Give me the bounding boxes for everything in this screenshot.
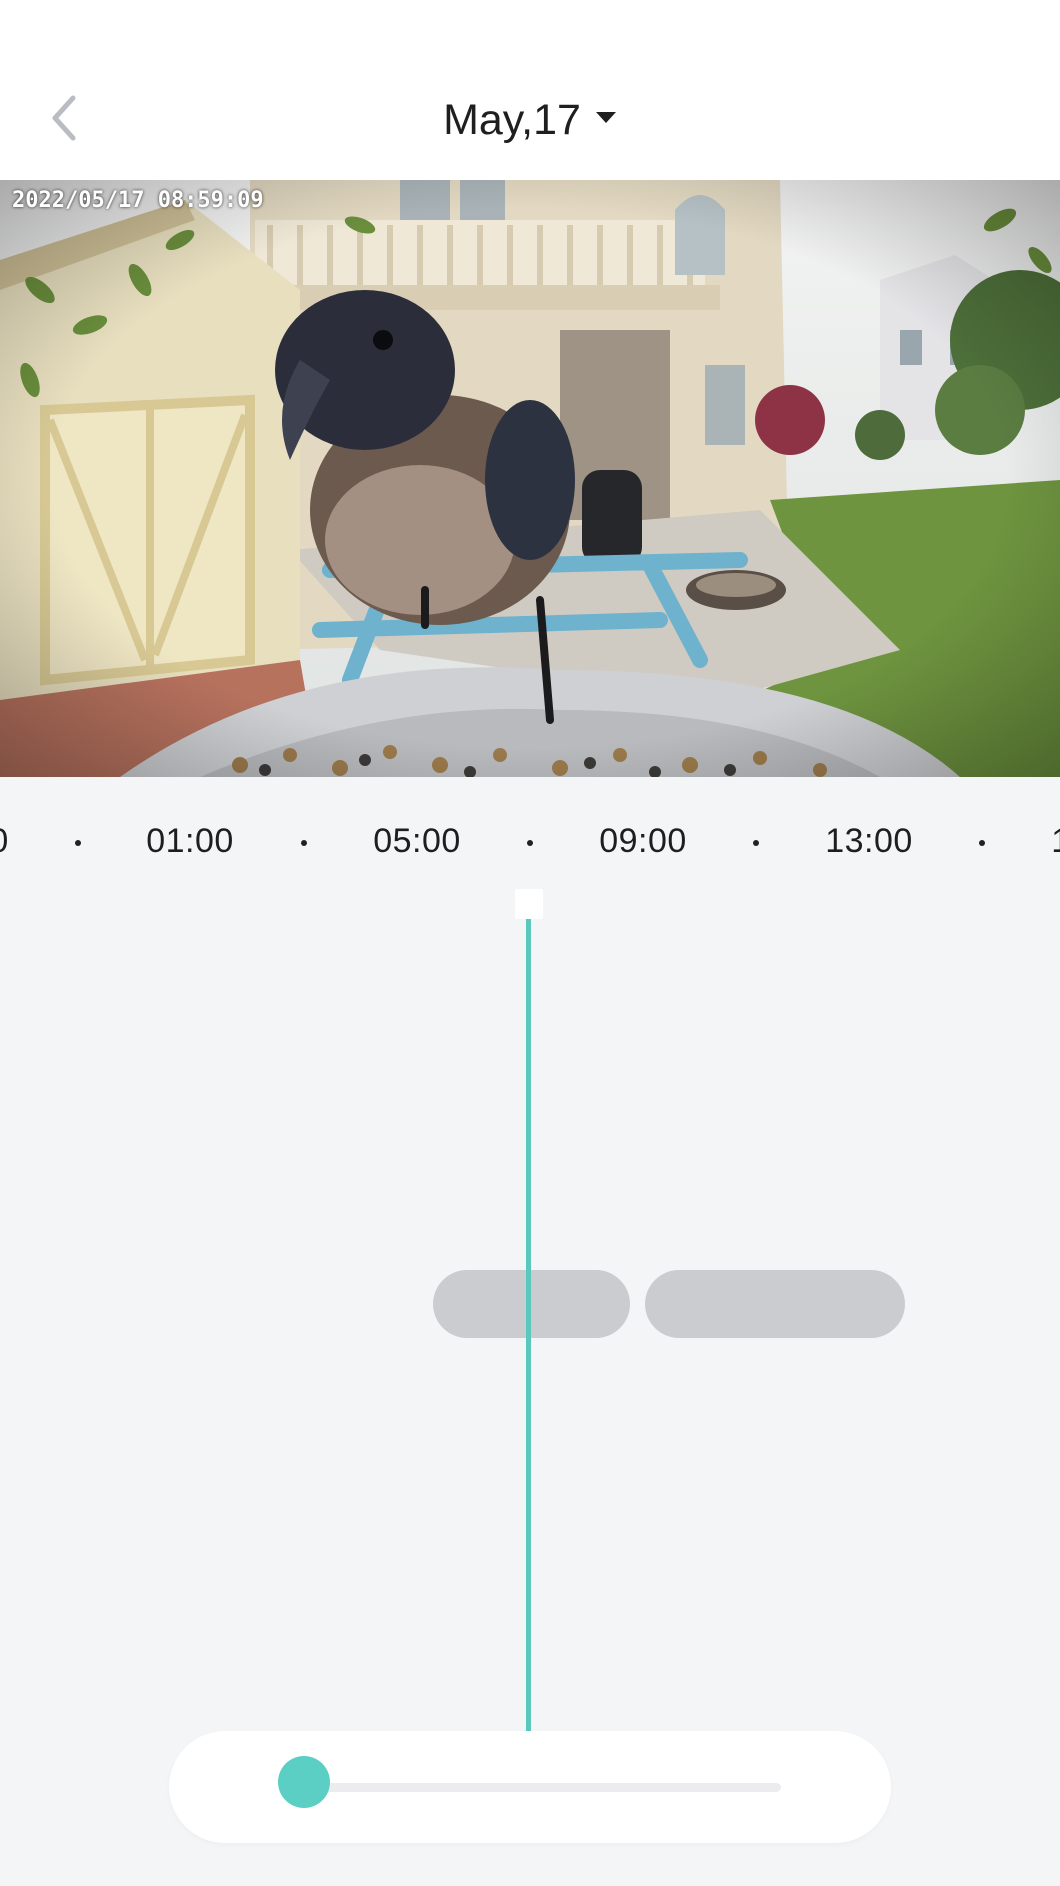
timeline-track[interactable] (0, 887, 1060, 1759)
tick-dot (979, 840, 985, 846)
playhead-line[interactable] (526, 915, 531, 1759)
tick-dot (301, 840, 307, 846)
event-clip[interactable] (645, 1270, 905, 1338)
tick-label: 05:00 (373, 822, 461, 860)
timeline-ruler[interactable]: 21:00 01:00 05:00 09:00 13:00 17:00 (0, 777, 1060, 887)
tick-label: 09:00 (599, 822, 687, 860)
zoom-slider-track[interactable] (279, 1783, 781, 1792)
zoom-slider-thumb[interactable] (278, 1756, 331, 1808)
tick-label: 21:00 (0, 822, 9, 861)
video-timestamp-overlay: 2022/05/17 08:59:09 (12, 188, 264, 213)
tick-dot (527, 840, 533, 846)
tick-label: 17:00 (1051, 822, 1060, 861)
tick-label: 01:00 (146, 822, 234, 860)
playhead-handle[interactable] (515, 889, 543, 919)
top-bar: May,17 (0, 0, 1060, 180)
camera-feed-image (0, 180, 1060, 777)
date-selector[interactable]: May,17 (0, 92, 1060, 148)
tick-dot (75, 840, 81, 846)
tick-label: 13:00 (825, 822, 913, 860)
caret-down-icon (595, 111, 617, 130)
tick-dot (753, 840, 759, 846)
date-label: May,17 (443, 95, 581, 144)
video-player[interactable]: 2022/05/17 08:59:09 (0, 180, 1060, 777)
zoom-control (169, 1731, 891, 1843)
event-clip[interactable] (433, 1270, 630, 1338)
